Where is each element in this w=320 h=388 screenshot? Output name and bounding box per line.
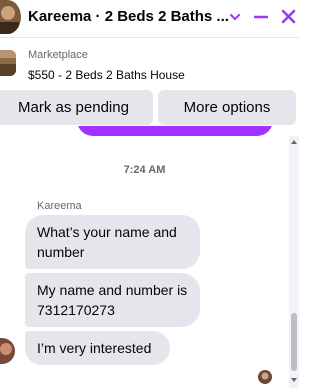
- more-options-button[interactable]: More options: [158, 90, 296, 125]
- scroll-down-arrow-icon[interactable]: [290, 376, 298, 384]
- contact-avatar[interactable]: [0, 0, 21, 34]
- chat-title[interactable]: Kareema · 2 Beds 2 Baths ...: [28, 8, 229, 25]
- listing-label: Marketplace: [28, 49, 88, 61]
- message-bubble: I’m very interested: [25, 331, 170, 365]
- read-receipt-avatar: [258, 370, 272, 384]
- sender-name: Kareema: [37, 200, 82, 212]
- scroll-up-arrow-icon[interactable]: [290, 138, 298, 146]
- sent-message-bubble: [77, 126, 273, 136]
- thread-scrollbar[interactable]: [289, 136, 299, 388]
- minimize-icon[interactable]: [254, 10, 268, 24]
- message-bubble: What’s your name and number: [25, 215, 200, 269]
- mark-as-pending-button[interactable]: Mark as pending: [0, 90, 153, 125]
- marketplace-listing[interactable]: Marketplace $550 - 2 Beds 2 Baths House: [0, 44, 299, 86]
- message-thread: 7:24 AM Kareema What’s your name and num…: [0, 126, 289, 388]
- close-icon[interactable]: [280, 8, 297, 25]
- sender-avatar: [0, 338, 15, 364]
- chat-header: Kareema · 2 Beds 2 Baths ...: [0, 0, 299, 36]
- listing-price-title: $550 - 2 Beds 2 Baths House: [28, 68, 185, 82]
- chevron-down-icon[interactable]: [228, 10, 242, 24]
- scrollbar-thumb[interactable]: [291, 313, 297, 371]
- header-divider: [0, 37, 299, 38]
- message-bubble: My name and number is 7312170273: [25, 273, 200, 327]
- listing-thumbnail: [0, 50, 16, 76]
- message-timestamp: 7:24 AM: [123, 164, 166, 176]
